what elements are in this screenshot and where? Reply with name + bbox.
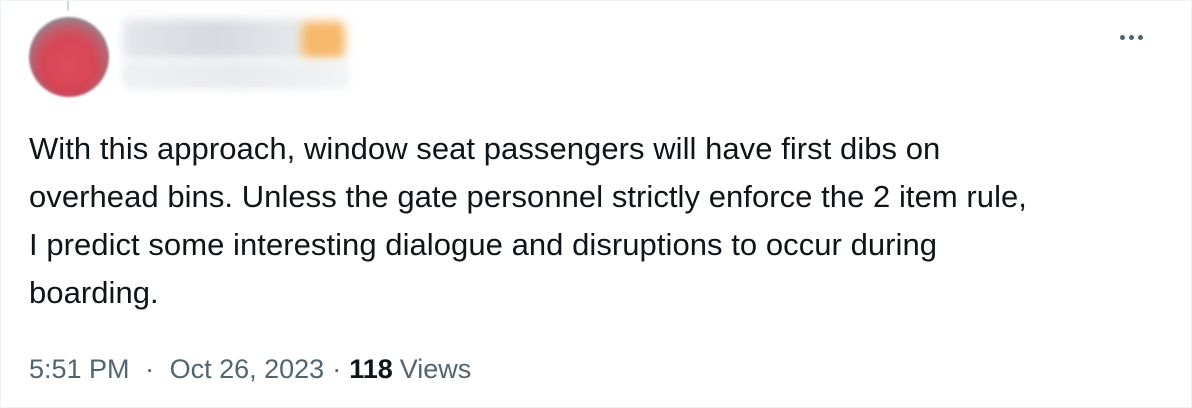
more-horizontal-icon-dot-2	[1128, 34, 1134, 40]
views-count: 118	[349, 353, 393, 384]
tweet-card: With this approach, window seat passenge…	[0, 0, 1192, 408]
more-options-button[interactable]	[1111, 21, 1151, 53]
views-label: Views	[399, 353, 472, 384]
author-handle-redacted[interactable]	[123, 61, 349, 89]
more-horizontal-icon-dot-3	[1137, 34, 1143, 40]
tweet-date: Oct 26, 2023	[169, 353, 325, 384]
avatar-blur-overlay	[33, 21, 105, 93]
views-link[interactable]: 118 Views	[349, 354, 471, 385]
tweet-text-line: boarding.	[29, 275, 159, 310]
thread-connector-line	[67, 1, 69, 11]
tweet-metadata: 5:51 PM · Oct 26, 2023 · 118 Views	[29, 349, 471, 389]
tweet-text: With this approach, window seat passenge…	[29, 125, 1169, 317]
tweet-text-line: I predict some interesting dialogue and …	[29, 227, 938, 262]
verified-badge-icon	[301, 21, 345, 59]
separator-dot: ·	[332, 353, 342, 384]
tweet-time: 5:51 PM	[29, 353, 130, 384]
author-name-redacted[interactable]	[123, 19, 305, 59]
more-horizontal-icon	[1119, 34, 1125, 40]
avatar[interactable]	[29, 17, 109, 97]
tweet-text-line: With this approach, window seat passenge…	[29, 131, 941, 166]
tweet-text-line: overhead bins. Unless the gate personnel…	[29, 179, 1027, 214]
tweet-timestamp-link[interactable]: 5:51 PM · Oct 26, 2023	[29, 354, 324, 385]
separator-dot: ·	[145, 353, 155, 384]
